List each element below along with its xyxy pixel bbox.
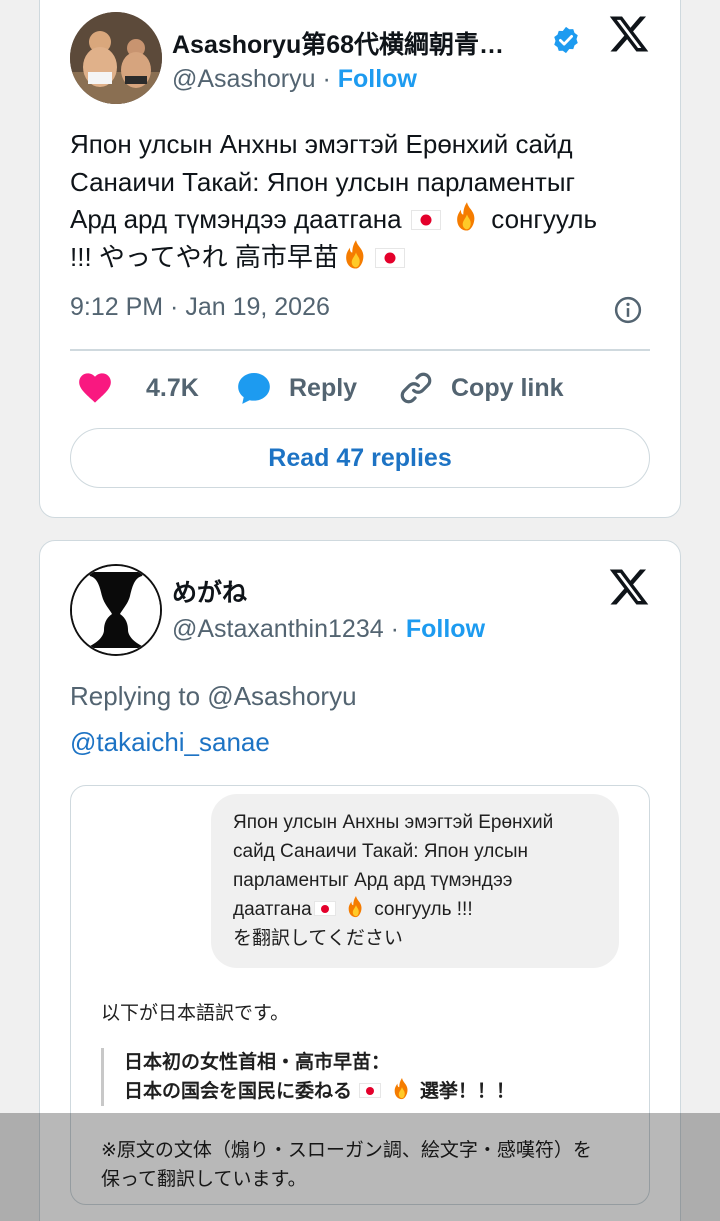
tweet-line-text: сонгууль (491, 204, 598, 234)
fire-icon (391, 1077, 413, 1101)
bottom-dim-overlay (0, 1113, 720, 1221)
bubble-line: сайд Санаичи Такай: Япон улсын (233, 841, 528, 862)
quote-line: 日本の国会を国民に委ねる 選挙！！！ (124, 1077, 515, 1106)
separator: · (390, 615, 399, 643)
tweet-timestamp[interactable]: 9:12 PM · Jan 19, 2026 (70, 293, 330, 322)
like-button[interactable]: 4.7K (76, 369, 199, 407)
author-handle-line: @Asashoryu · Follow (172, 65, 417, 94)
bubble-line: парламентыг Ард ард түмэндээ (233, 870, 513, 891)
verified-badge-icon (554, 26, 578, 54)
bubble-text: даатгана (233, 899, 312, 920)
reply-label: Reply (289, 373, 358, 402)
tweet-card-1[interactable]: Asashoryu第68代横綱朝青… @Asashoryu · Follow Я… (39, 0, 681, 518)
author-name[interactable]: めがね (172, 573, 572, 609)
fire-icon (345, 895, 367, 919)
author-name[interactable]: Asashoryu第68代横綱朝青… (172, 25, 534, 61)
fire-icon (452, 201, 482, 233)
japan-flag-icon (374, 247, 405, 268)
quote-line: 日本初の女性首相・高市早苗： (124, 1052, 391, 1073)
author-avatar[interactable] (70, 564, 162, 656)
author-handle-line: @Astaxanthin1234 · Follow (172, 615, 485, 644)
bubble-line: を翻訳してください (233, 928, 403, 949)
tweet-line: Япон улсын Анхны эмэгтэй Ерөнхий сайд (70, 129, 573, 159)
prompt-bubble: Япон улсын Анхны эмэгтэй Ерөнхий сайд Са… (211, 794, 619, 968)
quote-text: 選挙！！！ (419, 1081, 515, 1102)
tweet-line-text: Ард ард түмэндээ даатгана (70, 204, 402, 234)
japan-flag-icon (359, 1083, 382, 1098)
japan-flag-icon (410, 210, 441, 230)
author-handle[interactable]: @Asashoryu (172, 65, 316, 93)
bubble-line: Япон улсын Анхны эмэгтэй Ерөнхий (233, 812, 554, 833)
info-icon[interactable] (613, 295, 643, 325)
read-replies-button[interactable]: Read 47 replies (70, 428, 650, 488)
author-avatar[interactable] (70, 12, 162, 104)
copy-link-label: Copy link (451, 373, 564, 402)
likes-count: 4.7K (146, 373, 199, 402)
tweet-line: Ард ард түмэндээ даатгана сонгууль (70, 201, 660, 239)
replying-to[interactable]: Replying to @Asashoryu (70, 681, 357, 712)
reply-button[interactable]: Reply (235, 369, 357, 407)
tweet-line-text: !!! やってやれ 高市早苗 (70, 241, 339, 272)
author-handle[interactable]: @Astaxanthin1234 (172, 615, 384, 643)
separator: · (322, 65, 331, 93)
bubble-line: даатгана сонгууль !!! (233, 895, 599, 924)
follow-button[interactable]: Follow (406, 615, 485, 643)
japan-flag-icon (313, 901, 336, 916)
copy-link-button[interactable]: Copy link (397, 369, 564, 407)
translation-quote: 日本初の女性首相・高市早苗： 日本の国会を国民に委ねる 選挙！！！ (101, 1048, 515, 1106)
reply-bubble-icon (238, 372, 270, 404)
follow-button[interactable]: Follow (338, 65, 417, 93)
tweet-line: Санаичи Такай: Япон улсын парламентыг (70, 166, 575, 197)
divider (70, 349, 650, 351)
quote-text: 日本の国会を国民に委ねる (124, 1081, 353, 1102)
x-logo-icon[interactable] (606, 13, 650, 55)
fire-icon (341, 239, 371, 271)
tweet-line: !!! やってやれ 高市早苗 (70, 239, 660, 277)
answer-intro: 以下が日本語訳です。 (101, 1003, 290, 1024)
mention-link[interactable]: @takaichi_sanae (70, 727, 270, 758)
x-logo-icon[interactable] (606, 566, 650, 608)
heart-icon (79, 373, 111, 403)
bubble-text: сонгууль !!! (374, 899, 473, 920)
link-icon (400, 372, 432, 404)
tweet-text: Япон улсын Анхны эмэгтэй Ерөнхий сайд Са… (70, 126, 660, 276)
